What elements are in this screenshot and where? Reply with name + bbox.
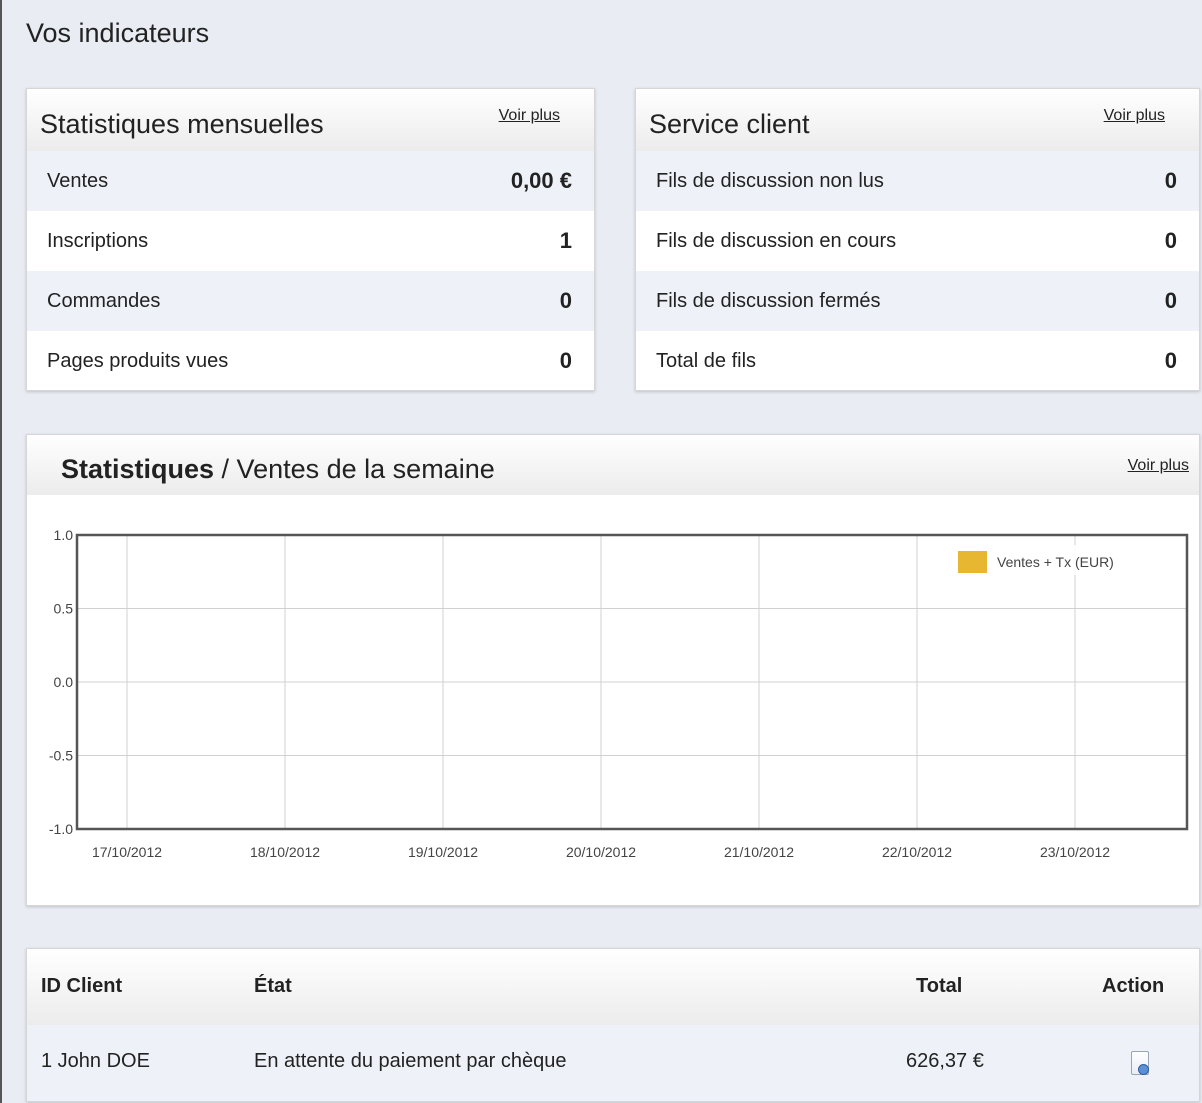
- view-document-icon[interactable]: [1131, 1051, 1149, 1075]
- monthly-stats-panel: Statistiques mensuelles Voir plus Ventes…: [26, 88, 595, 391]
- stat-label: Commandes: [47, 289, 161, 312]
- stat-row-commandes: Commandes 0: [27, 271, 594, 331]
- col-header-total: Total: [916, 975, 963, 997]
- stat-label: Fils de discussion non lus: [656, 169, 884, 192]
- monthly-stats-title: Statistiques mensuelles: [40, 109, 324, 139]
- page-title: Vos indicateurs: [26, 18, 210, 48]
- legend-label: Ventes + Tx (EUR): [997, 554, 1114, 570]
- col-header-action: Action: [1102, 975, 1165, 997]
- stat-row-inscriptions: Inscriptions 1: [27, 211, 594, 271]
- monthly-stats-header: Statistiques mensuelles Voir plus: [27, 89, 594, 151]
- stat-label: Ventes: [47, 169, 109, 192]
- service-client-header: Service client Voir plus: [636, 89, 1199, 151]
- weekly-title-rest: / Ventes de la semaine: [214, 454, 495, 484]
- stat-label: Pages produits vues: [47, 349, 229, 372]
- y-tick-label: 1.0: [54, 527, 74, 543]
- y-tick-label: 0.0: [54, 674, 74, 690]
- service-row-en-cours: Fils de discussion en cours 0: [636, 211, 1199, 271]
- stat-value: 1: [559, 228, 572, 253]
- stat-value: 0,00 €: [510, 168, 572, 193]
- order-client: 1 John DOE: [41, 1050, 150, 1072]
- x-tick-label: 22/10/2012: [882, 844, 952, 860]
- x-tick-label: 17/10/2012: [92, 844, 162, 860]
- table-row: 1 John DOE En attente du paiement par ch…: [27, 1025, 1199, 1101]
- x-tick-label: 19/10/2012: [408, 844, 478, 860]
- y-tick-label: -1.0: [49, 821, 73, 837]
- weekly-sales-header: Statistiques / Ventes de la semaine Voir…: [27, 435, 1199, 495]
- stat-value: 0: [1164, 168, 1177, 193]
- y-tick-label: 0.5: [54, 601, 74, 617]
- order-state: En attente du paiement par chèque: [254, 1050, 567, 1072]
- stat-value: 0: [559, 288, 572, 313]
- service-row-non-lus: Fils de discussion non lus 0: [636, 151, 1199, 211]
- x-tick-label: 18/10/2012: [250, 844, 320, 860]
- stat-label: Fils de discussion fermés: [656, 289, 881, 312]
- orders-table-header: ID Client État Total Action: [27, 949, 1199, 1025]
- stat-value: 0: [1164, 348, 1177, 373]
- monthly-voir-plus-link[interactable]: Voir plus: [499, 107, 560, 125]
- service-row-total: Total de fils 0: [636, 331, 1199, 391]
- col-header-state: État: [254, 975, 292, 997]
- x-tick-label: 21/10/2012: [724, 844, 794, 860]
- col-header-client: ID Client: [41, 975, 123, 997]
- stat-label: Total de fils: [656, 349, 757, 372]
- stat-value: 0: [1164, 288, 1177, 313]
- stat-value: 0: [559, 348, 572, 373]
- service-client-panel: Service client Voir plus Fils de discuss…: [635, 88, 1200, 391]
- orders-table: ID Client État Total Action 1 John DOE E…: [26, 948, 1200, 1102]
- weekly-sales-panel: Statistiques / Ventes de la semaine Voir…: [26, 434, 1200, 906]
- weekly-sales-chart: 1.0 0.5 0.0 -0.5 -1.0 17/10/2012 18/10/2012 19/…: [49, 527, 1189, 860]
- stat-label: Inscriptions: [47, 229, 149, 252]
- stat-label: Fils de discussion en cours: [656, 229, 897, 252]
- service-row-fermes: Fils de discussion fermés 0: [636, 271, 1199, 331]
- stat-row-ventes: Ventes 0,00 €: [27, 151, 594, 211]
- x-tick-label: 23/10/2012: [1040, 844, 1110, 860]
- weekly-sales-title: Statistiques / Ventes de la semaine: [61, 454, 495, 485]
- weekly-title-bold: Statistiques: [61, 454, 215, 484]
- order-total: 626,37 €: [906, 1050, 984, 1072]
- stat-value: 0: [1164, 228, 1177, 253]
- y-tick-label: -0.5: [49, 748, 73, 764]
- service-voir-plus-link[interactable]: Voir plus: [1104, 107, 1165, 125]
- service-client-title: Service client: [649, 109, 810, 139]
- stat-row-pages-vues: Pages produits vues 0: [27, 331, 594, 391]
- legend-swatch: [958, 551, 987, 573]
- weekly-voir-plus-link[interactable]: Voir plus: [1128, 457, 1189, 475]
- x-tick-label: 20/10/2012: [566, 844, 636, 860]
